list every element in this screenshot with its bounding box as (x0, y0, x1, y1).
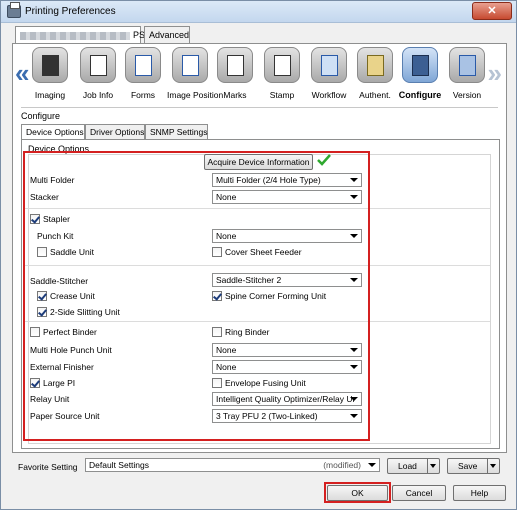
saddle-stitcher-select[interactable]: Saddle-Stitcher 2 (212, 273, 362, 287)
perfect-binder-checkbox[interactable]: Perfect Binder (30, 327, 97, 337)
window-title: Printing Preferences (25, 6, 116, 17)
checkbox-unchecked-icon (212, 378, 222, 388)
large-pi-checkbox[interactable]: Large PI (30, 378, 75, 388)
close-button[interactable]: ✕ (472, 2, 512, 20)
tab-advanced[interactable]: Advanced (144, 26, 190, 43)
paper-source-unit-select[interactable]: 3 Tray PFU 2 (Two-Linked) (212, 409, 362, 423)
stacker-label: Stacker (30, 192, 59, 202)
punch-kit-select[interactable]: None (212, 229, 362, 243)
tool-configure[interactable]: Configure (397, 47, 443, 100)
checkbox-checked-icon (37, 291, 47, 301)
spine-corner-checkbox[interactable]: Spine Corner Forming Unit (212, 291, 326, 301)
chevron-down-icon (349, 192, 359, 202)
help-button[interactable]: Help (453, 485, 506, 501)
cover-sheet-feeder-checkbox[interactable]: Cover Sheet Feeder (212, 247, 302, 257)
stapler-checkbox[interactable]: Stapler (30, 214, 70, 224)
chevron-down-icon (349, 345, 359, 355)
tool-forms[interactable]: Forms (120, 47, 166, 100)
tool-job-info[interactable]: Job Info (75, 47, 121, 100)
stamp-icon (264, 47, 300, 83)
configure-label: Configure (21, 111, 61, 121)
highlight-box-ok (324, 482, 391, 503)
envelope-fusing-checkbox[interactable]: Envelope Fusing Unit (212, 378, 306, 388)
tool-marks[interactable]: Marks (212, 47, 258, 100)
redacted-model-name (20, 31, 130, 40)
chevron-down-icon (349, 175, 359, 185)
two-side-slitting-checkbox[interactable]: 2-Side Slitting Unit (37, 307, 120, 317)
modified-status: (modified) (323, 460, 361, 470)
image-position-icon (172, 47, 208, 83)
tool-version[interactable]: Version (444, 47, 490, 100)
feature-toolbar: « Imaging Job Info Forms Image Position … (12, 43, 507, 107)
chevron-down-icon[interactable] (427, 459, 439, 473)
tool-stamp[interactable]: Stamp (259, 47, 305, 100)
cancel-button[interactable]: Cancel (392, 485, 446, 501)
tool-workflow[interactable]: Workflow (306, 47, 352, 100)
external-finisher-select[interactable]: None (212, 360, 362, 374)
tool-authent[interactable]: Authent. (352, 47, 398, 100)
printer-icon (7, 2, 21, 18)
checkbox-checked-icon (30, 214, 40, 224)
checkbox-unchecked-icon (37, 247, 47, 257)
checkbox-checked-icon (212, 291, 222, 301)
checkbox-checked-icon (37, 307, 47, 317)
group-title: Device Options (28, 144, 90, 154)
printing-preferences-window: Printing Preferences ✕ PS Advanced « Ima… (0, 0, 517, 510)
job-info-icon (80, 47, 116, 83)
tab-snmp-settings[interactable]: SNMP Settings (145, 124, 208, 139)
multi-folder-select[interactable]: Multi Folder (2/4 Hole Type) (212, 173, 362, 187)
saddle-unit-checkbox[interactable]: Saddle Unit (37, 247, 94, 257)
chevron-down-icon (367, 460, 377, 470)
imaging-icon (32, 47, 68, 83)
forms-icon (125, 47, 161, 83)
chevron-down-icon (349, 275, 359, 285)
checkbox-unchecked-icon (212, 247, 222, 257)
saddle-stitcher-label: Saddle-Stitcher (30, 276, 89, 286)
punch-kit-label: Punch Kit (37, 231, 74, 241)
relay-unit-label: Relay Unit (30, 394, 70, 404)
acquire-device-info-button[interactable]: Acquire Device Information (204, 154, 313, 170)
checkbox-checked-icon (30, 378, 40, 388)
ring-binder-checkbox[interactable]: Ring Binder (212, 327, 269, 337)
tool-image-position[interactable]: Image Position (167, 47, 223, 100)
crease-unit-checkbox[interactable]: Crease Unit (37, 291, 95, 301)
divider (25, 321, 490, 322)
divider (25, 208, 490, 209)
authent-icon (357, 47, 393, 83)
stacker-select[interactable]: None (212, 190, 362, 204)
chevron-down-icon (349, 231, 359, 241)
relay-unit-select[interactable]: Intelligent Quality Optimizer/Relay Ur (212, 392, 362, 406)
multi-folder-label: Multi Folder (30, 175, 75, 185)
multi-hole-punch-label: Multi Hole Punch Unit (30, 345, 112, 355)
scroll-right-icon[interactable]: » (488, 58, 502, 89)
version-icon (449, 47, 485, 83)
external-finisher-label: External Finisher (30, 362, 94, 372)
divider (21, 107, 498, 108)
configure-icon (402, 47, 438, 83)
marks-icon (217, 47, 253, 83)
title-bar: Printing Preferences ✕ (1, 1, 516, 23)
chevron-down-icon (349, 394, 359, 404)
save-button[interactable]: Save (447, 458, 500, 474)
success-check-icon (317, 154, 331, 166)
paper-source-unit-label: Paper Source Unit (30, 411, 100, 421)
favorite-setting-select[interactable]: Default Settings (modified) (85, 458, 380, 472)
chevron-down-icon[interactable] (487, 459, 499, 473)
tab-ps[interactable]: PS (15, 26, 145, 44)
workflow-icon (311, 47, 347, 83)
tool-imaging[interactable]: Imaging (27, 47, 73, 100)
tab-driver-options[interactable]: Driver Options (85, 124, 145, 139)
chevron-down-icon (349, 411, 359, 421)
tab-device-options[interactable]: Device Options (21, 124, 85, 140)
chevron-down-icon (349, 362, 359, 372)
divider (25, 265, 490, 266)
checkbox-unchecked-icon (212, 327, 222, 337)
checkbox-unchecked-icon (30, 327, 40, 337)
load-button[interactable]: Load (387, 458, 440, 474)
multi-hole-punch-select[interactable]: None (212, 343, 362, 357)
favorite-setting-label: Favorite Setting (18, 462, 78, 472)
